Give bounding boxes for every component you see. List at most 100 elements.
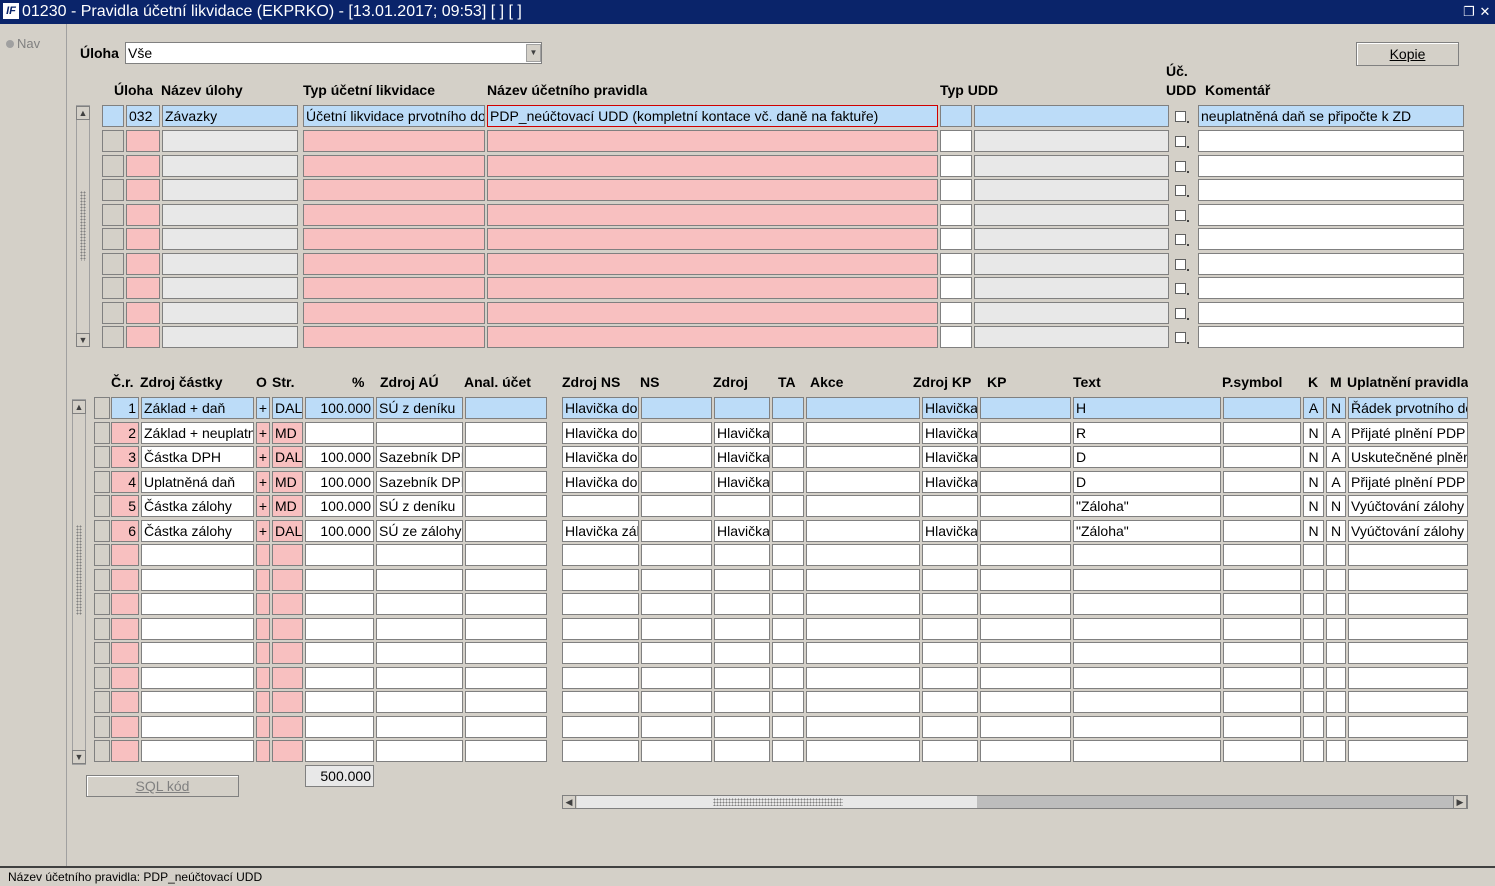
row-indicator[interactable] [102,105,124,127]
cell-ns[interactable] [641,666,712,689]
scroll-left-icon[interactable]: ◀ [562,795,576,809]
uc-udd-checkbox[interactable] [1175,160,1189,173]
cell-kp[interactable] [980,666,1071,689]
cell-ta[interactable] [772,715,804,738]
cell-o[interactable]: + [256,495,270,517]
cell-psymbol[interactable] [1223,715,1301,738]
cell-nazev-ulohy[interactable] [162,179,298,201]
cell-text[interactable] [1073,740,1221,762]
cell-k[interactable] [1303,715,1324,738]
cell-str[interactable] [272,617,303,640]
cell-ta[interactable] [772,446,804,468]
uc-udd-checkbox[interactable] [1175,258,1189,271]
cell-nazev-pravidla[interactable] [487,154,938,177]
cell-ta[interactable] [772,691,804,713]
cell-k[interactable]: N [1303,519,1324,542]
cell-ta[interactable] [772,593,804,615]
cell-uloha[interactable] [126,154,160,177]
cell-komentar[interactable] [1198,252,1464,275]
cell-psymbol[interactable] [1223,446,1301,468]
cell-zdroj-ns[interactable] [562,495,639,517]
cell-text[interactable]: "Záloha" [1073,495,1221,517]
uc-udd-checkbox[interactable] [1175,234,1189,246]
cell-zdroj-ns[interactable] [562,544,639,566]
cell-udd-name[interactable] [974,154,1169,177]
cell-psymbol[interactable] [1223,495,1301,517]
row-indicator[interactable] [94,740,110,762]
cell-ta[interactable] [772,666,804,689]
cell-akce[interactable] [806,397,920,419]
cell-m[interactable] [1326,593,1346,615]
cell-uloha[interactable] [126,179,160,201]
cell-ta[interactable] [772,544,804,566]
cell-procento[interactable] [305,544,374,566]
cell-zdroj-castky[interactable] [141,617,254,640]
cell-zdroj-au[interactable] [376,544,463,566]
cell-o[interactable]: + [256,397,270,419]
cell-anal-ucet[interactable] [465,740,547,762]
cell-psymbol[interactable] [1223,568,1301,591]
cell-zdroj[interactable] [714,715,770,738]
cell-zdroj-kp[interactable] [922,715,978,738]
cell-uplatneni[interactable]: Uskutečněné plnění [1348,446,1468,468]
cell-uplatneni[interactable]: Přijaté plnění PDP [1348,470,1468,493]
row-indicator[interactable] [94,642,110,664]
cell-k[interactable]: N [1303,495,1324,517]
cell-kp[interactable] [980,740,1071,762]
cell-zdroj-au[interactable] [376,421,463,444]
cell-komentar[interactable] [1198,326,1464,348]
cell-o[interactable] [256,691,270,713]
cell-zdroj-kp[interactable] [922,666,978,689]
cell-o[interactable] [256,593,270,615]
cell-uplatneni[interactable] [1348,642,1468,664]
cell-uloha[interactable] [126,130,160,152]
cell-typ-udd[interactable] [940,326,972,348]
cell-kp[interactable] [980,421,1071,444]
cell-cr[interactable] [111,617,139,640]
cell-zdroj-castky[interactable]: Částka DPH [141,446,254,468]
cell-procento[interactable] [305,715,374,738]
cell-str[interactable] [272,666,303,689]
scroll-track-right[interactable] [977,796,1453,808]
cell-cr[interactable]: 1 [111,397,139,419]
cell-m[interactable] [1326,691,1346,713]
cell-zdroj[interactable]: Hlavička [714,519,770,542]
cell-procento[interactable]: 100.000 [305,446,374,468]
cell-k[interactable] [1303,642,1324,664]
cell-psymbol[interactable] [1223,740,1301,762]
cell-nazev-pravidla[interactable]: PDP_neúčtovací UDD (kompletní kontace vč… [487,105,938,127]
cell-anal-ucet[interactable] [465,397,547,419]
cell-uplatneni[interactable] [1348,593,1468,615]
cell-akce[interactable] [806,691,920,713]
cell-k[interactable] [1303,666,1324,689]
row-indicator[interactable] [94,544,110,566]
cell-kp[interactable] [980,593,1071,615]
cell-akce[interactable] [806,740,920,762]
cell-ns[interactable] [641,519,712,542]
cell-psymbol[interactable] [1223,691,1301,713]
row-indicator[interactable] [102,179,124,201]
cell-ta[interactable] [772,568,804,591]
scroll-up-icon[interactable]: ▲ [76,106,90,120]
cell-nazev-pravidla[interactable] [487,252,938,275]
cell-procento[interactable] [305,642,374,664]
cell-zdroj-kp[interactable] [922,495,978,517]
cell-uloha[interactable] [126,326,160,348]
cell-ta[interactable] [772,519,804,542]
cell-m[interactable]: A [1326,421,1346,444]
row-indicator[interactable] [94,446,110,468]
cell-zdroj[interactable] [714,691,770,713]
cell-str[interactable]: DAL [272,397,303,419]
cell-zdroj-castky[interactable] [141,544,254,566]
cell-cr[interactable]: 4 [111,470,139,493]
cell-ns[interactable] [641,495,712,517]
cell-udd-name[interactable] [974,301,1169,324]
row-indicator[interactable] [102,301,124,324]
cell-akce[interactable] [806,617,920,640]
cell-kp[interactable] [980,397,1071,419]
cell-zdroj-ns[interactable] [562,568,639,591]
cell-zdroj-ns[interactable]: Hlavička dokladu [562,421,639,444]
cell-cr[interactable]: 5 [111,495,139,517]
cell-str[interactable]: MD [272,495,303,517]
cell-procento[interactable] [305,421,374,444]
